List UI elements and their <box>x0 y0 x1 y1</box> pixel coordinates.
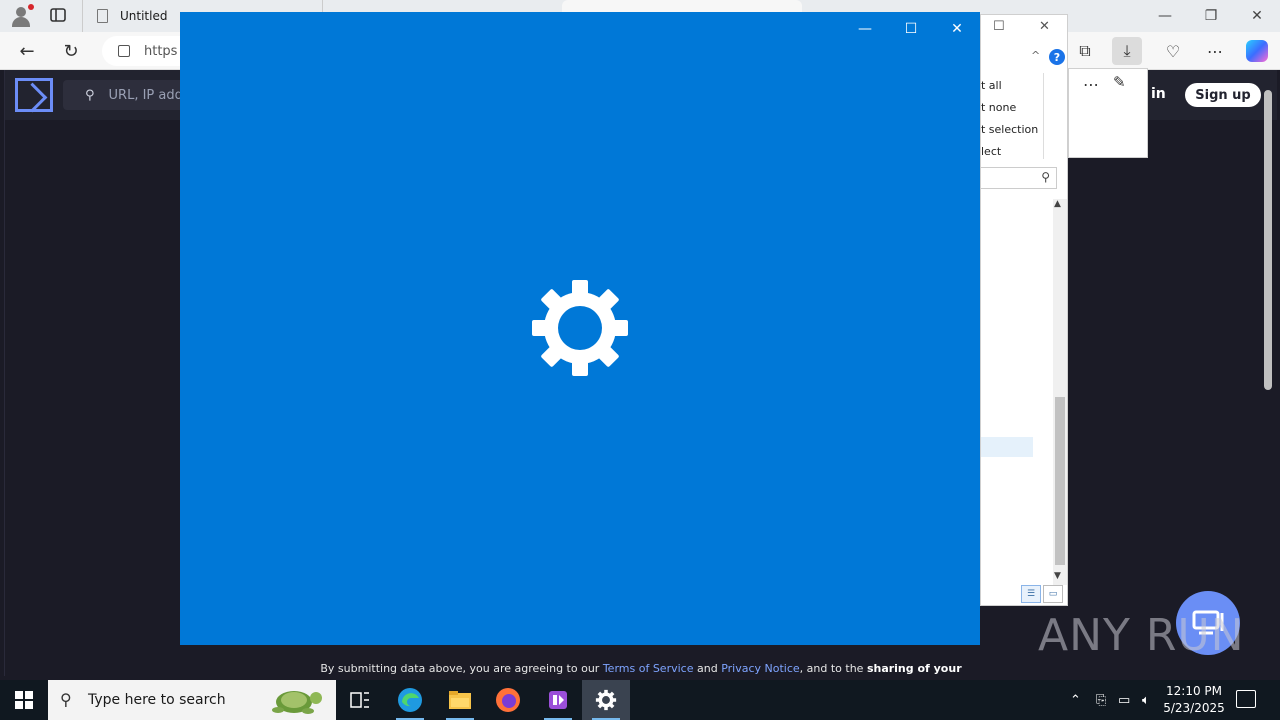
settings-minimize-button[interactable]: — <box>842 18 888 40</box>
menu-select-none[interactable]: t none <box>981 101 1016 114</box>
maximize-button[interactable]: ☐ <box>993 19 1005 34</box>
settings-taskbar-icon[interactable] <box>582 680 630 720</box>
browser-essentials-icon[interactable]: ♡ <box>1158 37 1188 65</box>
minimize-button[interactable]: — <box>1142 0 1188 32</box>
downloads-icon[interactable]: ⤓ <box>1112 37 1142 65</box>
divider <box>1043 73 1044 159</box>
thumbnail-view-icon[interactable]: ▭ <box>1043 585 1063 603</box>
clock-time: 12:10 PM <box>1166 684 1222 698</box>
details-view-icon[interactable]: ☰ <box>1021 585 1041 603</box>
settings-close-button[interactable]: ✕ <box>934 18 980 40</box>
privacy-link[interactable]: Privacy Notice <box>721 662 799 675</box>
site-logo[interactable] <box>15 78 53 112</box>
search-icon: ⚲ <box>1041 170 1050 184</box>
refresh-icon[interactable]: ↻ <box>56 37 86 65</box>
turtle-icon <box>272 691 322 714</box>
back-icon[interactable]: ← <box>12 37 42 65</box>
collections-icon[interactable]: ⧉ <box>1070 37 1100 65</box>
anyrun-watermark: ANY RUN <box>1038 610 1245 661</box>
settings-maximize-button[interactable]: ☐ <box>888 18 934 40</box>
close-button[interactable]: ✕ <box>1039 19 1050 34</box>
lock-icon <box>118 45 130 57</box>
help-icon[interactable]: ? <box>1049 49 1065 65</box>
dialog-search-input[interactable]: ⚲ <box>981 167 1057 189</box>
taskbar: ⚲ Type here to search ⌃ ⎘ ▭ 🔈︎ 12:10 PM … <box>0 680 1280 720</box>
downloads-panel: ⋯ ✎ <box>1068 68 1148 158</box>
taskbar-search-placeholder: Type here to search <box>88 692 226 708</box>
search-placeholder: URL, IP add <box>108 87 183 103</box>
search-icon: ⚲ <box>85 87 95 103</box>
sign-in-link[interactable]: in <box>1151 86 1166 102</box>
more-options-icon[interactable]: ⋯ <box>1200 37 1230 65</box>
page-icon <box>97 9 108 23</box>
windows-logo-icon <box>15 691 33 709</box>
clock-date: 5/23/2025 <box>1163 701 1225 715</box>
restore-button[interactable]: ❐ <box>1188 0 1234 32</box>
scroll-down-icon[interactable]: ▼ <box>1054 571 1061 581</box>
list-scrollbar[interactable] <box>1053 199 1067 585</box>
taskbar-search-input[interactable]: ⚲ Type here to search <box>48 680 336 720</box>
address-text: https <box>144 43 178 59</box>
edge-icon[interactable] <box>386 680 434 720</box>
task-view-icon[interactable] <box>336 680 384 720</box>
terms-link[interactable]: Terms of Service <box>603 662 694 675</box>
network-icon[interactable]: ▭ <box>1118 680 1130 720</box>
system-clock[interactable]: 12:10 PM 5/23/2025 <box>1160 683 1228 717</box>
show-hidden-icons[interactable]: ⌃ <box>1070 680 1081 720</box>
chevron-up-icon[interactable]: ^ <box>1031 49 1040 62</box>
sign-up-button[interactable]: Sign up <box>1185 83 1261 107</box>
gear-icon <box>532 280 628 376</box>
menu-invert-selection[interactable]: t selection <box>981 123 1038 136</box>
menu-select[interactable]: lect <box>981 145 1001 158</box>
notifications-icon[interactable] <box>1236 690 1256 708</box>
profile-icon[interactable] <box>8 4 34 28</box>
copilot-icon[interactable] <box>1242 37 1272 65</box>
search-icon: ⚲ <box>60 690 72 709</box>
tab-actions-icon[interactable] <box>50 7 70 25</box>
page-scrollbar[interactable] <box>1264 80 1272 676</box>
menu-select-all[interactable]: t all <box>981 79 1002 92</box>
close-button[interactable]: ✕ <box>1234 0 1280 32</box>
start-button[interactable] <box>0 680 48 720</box>
list-item[interactable] <box>981 437 1033 457</box>
more-icon[interactable]: ⋯ <box>1083 75 1100 94</box>
scroll-up-icon[interactable]: ▲ <box>1054 199 1061 209</box>
settings-window: — ☐ ✕ <box>180 12 980 645</box>
volume-icon[interactable]: 🔈︎ <box>1142 680 1150 720</box>
file-explorer-icon[interactable] <box>436 680 484 720</box>
network-adapter-icon[interactable]: ⎘ <box>1096 680 1106 720</box>
background-dialog: ☐ ✕ ^ ? t all t none t selection lect ⚲ … <box>980 14 1068 606</box>
tab-title: Untitled <box>120 9 168 23</box>
pin-icon[interactable]: ✎ <box>1113 73 1126 91</box>
visual-studio-icon[interactable] <box>534 680 582 720</box>
address-bar[interactable]: https <box>102 36 188 66</box>
disclaimer-text: By submitting data above, you are agreei… <box>320 662 962 675</box>
firefox-icon[interactable] <box>484 680 532 720</box>
